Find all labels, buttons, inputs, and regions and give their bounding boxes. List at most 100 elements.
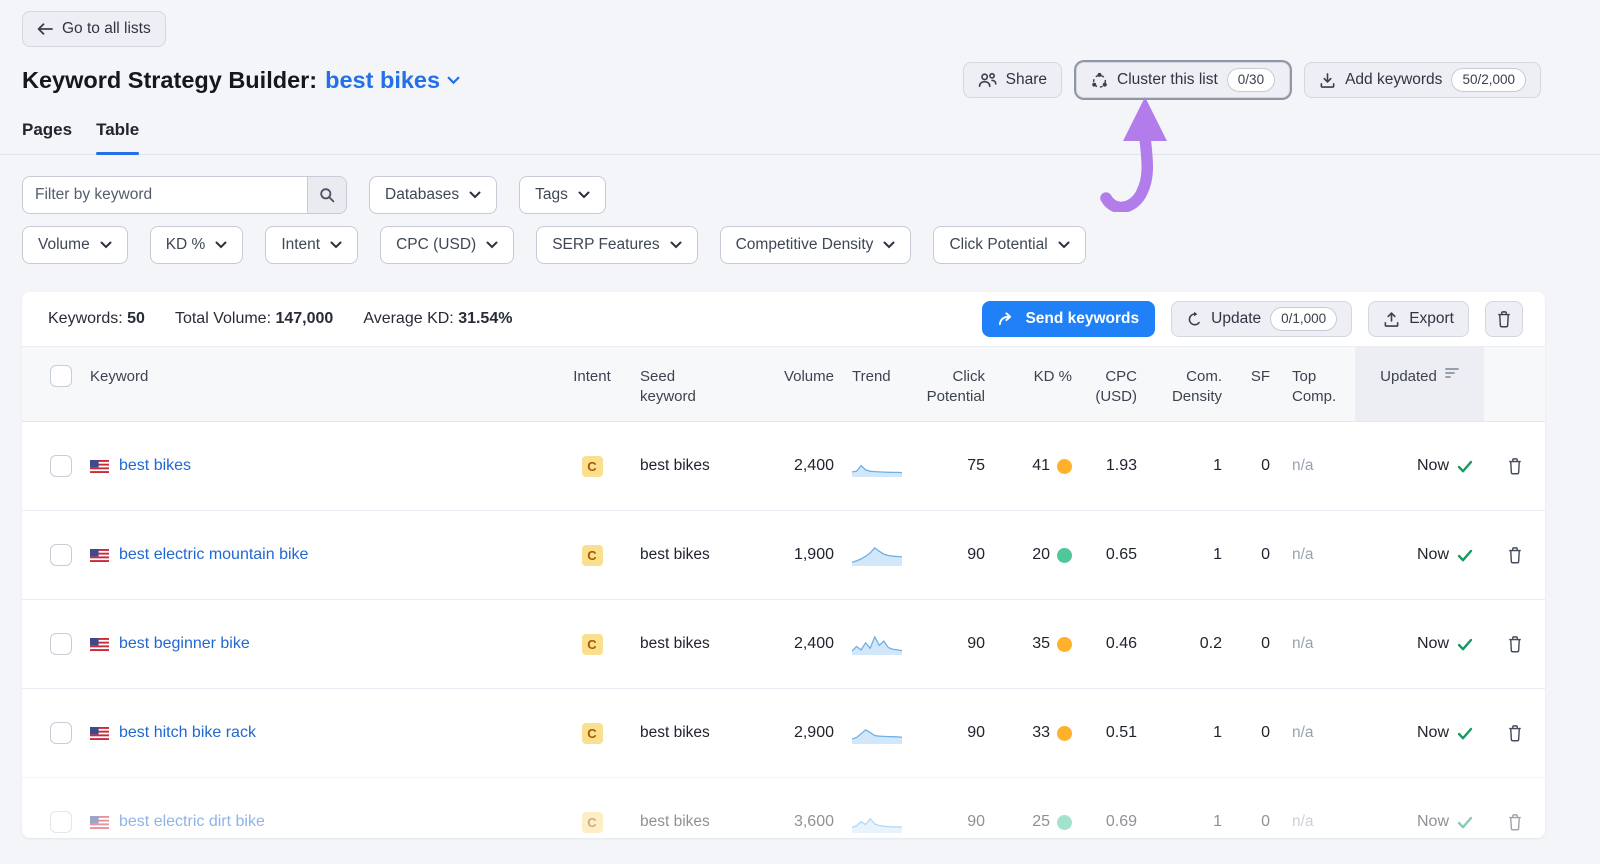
column-header-seed-keyword[interactable]: Seed keyword: [622, 347, 757, 421]
table-header-row: Keyword Intent Seed keyword Volume Trend…: [22, 347, 1545, 422]
filter-tags-dropdown[interactable]: Tags: [519, 176, 606, 214]
share-button[interactable]: Share: [962, 62, 1063, 98]
click-potential-value: 90: [967, 813, 985, 830]
us-flag-icon: [90, 459, 109, 473]
cpc-value: 0.46: [1105, 635, 1137, 652]
go-to-all-lists-button[interactable]: Go to all lists: [22, 11, 166, 47]
updated-value: Now: [1416, 546, 1449, 563]
delete-list-button[interactable]: [1485, 301, 1523, 337]
cpc-value: 1.93: [1105, 457, 1137, 474]
column-header-volume[interactable]: Volume: [757, 347, 834, 421]
filter-competitive-density-dropdown[interactable]: Competitive Density: [719, 226, 912, 264]
serp-features-value: 0: [1261, 724, 1270, 741]
list-name-dropdown[interactable]: best bikes: [325, 67, 460, 94]
column-header-intent[interactable]: Intent: [562, 347, 622, 421]
keyword-link[interactable]: best hitch bike rack: [119, 724, 256, 742]
trend-sparkline: [834, 422, 917, 510]
tab-table[interactable]: Table: [96, 116, 140, 155]
chevron-down-icon: [330, 241, 342, 249]
page-title: Keyword Strategy Builder: best bikes: [22, 67, 460, 94]
cluster-icon: [1092, 72, 1107, 88]
keyword-link[interactable]: best electric mountain bike: [119, 546, 308, 564]
sort-icon: [1444, 368, 1459, 378]
chevron-down-icon: [100, 241, 112, 249]
column-header-click-potential[interactable]: Click Potential: [917, 347, 987, 421]
trash-icon: [1498, 311, 1510, 328]
competitive-density-value: 1: [1213, 813, 1222, 830]
filter-kd-dropdown[interactable]: KD %: [149, 226, 244, 264]
check-icon: [1457, 638, 1473, 650]
trash-icon: [1508, 725, 1521, 742]
seed-keyword-value: best bikes: [640, 813, 710, 830]
update-button[interactable]: Update 0/1,000: [1171, 301, 1353, 337]
add-keywords-label: Add keywords: [1345, 71, 1443, 88]
updated-value: Now: [1416, 813, 1449, 830]
filter-serp-features-dropdown[interactable]: SERP Features: [536, 226, 698, 264]
total-volume: Total Volume: 147,000: [174, 310, 334, 327]
column-header-top-comp[interactable]: Top Comp.: [1272, 347, 1355, 421]
table-row: best hitch bike rack C best bikes 2,900 …: [22, 688, 1545, 777]
kd-indicator-dot: [1057, 814, 1072, 830]
row-checkbox[interactable]: [50, 455, 72, 477]
kd-indicator-dot: [1057, 636, 1072, 652]
check-icon: [1457, 816, 1473, 828]
filter-volume-dropdown[interactable]: Volume: [22, 226, 128, 264]
kd-indicator-dot: [1057, 547, 1072, 563]
select-all-checkbox[interactable]: [50, 365, 72, 387]
column-header-keyword[interactable]: Keyword: [84, 347, 562, 421]
kd-indicator-dot: [1057, 725, 1072, 741]
column-header-trend[interactable]: Trend: [834, 347, 917, 421]
column-header-sf[interactable]: SF: [1224, 347, 1272, 421]
filter-databases-dropdown[interactable]: Databases: [369, 176, 498, 214]
keyword-link[interactable]: best electric dirt bike: [119, 813, 265, 831]
kd-indicator-dot: [1057, 458, 1072, 474]
filter-click-potential-dropdown[interactable]: Click Potential: [933, 226, 1086, 264]
share-users-icon: [978, 72, 997, 88]
filter-cpc-usd-dropdown[interactable]: CPC (USD): [380, 226, 515, 264]
keyword-link[interactable]: best bikes: [119, 457, 191, 475]
click-potential-value: 90: [967, 635, 985, 652]
us-flag-icon: [90, 815, 109, 829]
keyword-strategy-builder-page: Go to all lists Keyword Strategy Builder…: [0, 0, 1600, 864]
keyword-link[interactable]: best beginner bike: [119, 635, 250, 653]
row-checkbox[interactable]: [50, 544, 72, 566]
click-potential-value: 90: [967, 546, 985, 563]
column-header-kd[interactable]: KD %: [987, 347, 1074, 421]
kd-value: 20: [1032, 546, 1050, 563]
trend-sparkline: [834, 778, 917, 838]
competitive-density-value: 1: [1213, 724, 1222, 741]
search-input[interactable]: [23, 177, 307, 213]
competitive-density-value: 1: [1213, 546, 1222, 563]
top-competitor-value: n/a: [1292, 724, 1314, 741]
row-checkbox[interactable]: [50, 722, 72, 744]
top-competitor-value: n/a: [1292, 635, 1314, 652]
serp-features-value: 0: [1261, 546, 1270, 563]
serp-features-value: 0: [1261, 457, 1270, 474]
trend-sparkline: [834, 511, 917, 599]
delete-row-button[interactable]: [1503, 631, 1527, 657]
export-button[interactable]: Export: [1368, 301, 1469, 337]
filter-intent-dropdown[interactable]: Intent: [265, 226, 359, 264]
add-keywords-button[interactable]: Add keywords 50/2,000: [1304, 62, 1541, 98]
column-header-cpc[interactable]: CPC (USD): [1074, 347, 1139, 421]
search-button[interactable]: [307, 177, 346, 213]
delete-row-button[interactable]: [1503, 453, 1527, 479]
table-body: best bikes C best bikes 2,400 75 41 1.93…: [22, 422, 1545, 838]
tab-pages[interactable]: Pages: [22, 116, 72, 154]
page-title-text: Keyword Strategy Builder:: [22, 66, 318, 93]
cluster-this-list-button[interactable]: Cluster this list 0/30: [1076, 62, 1291, 98]
column-header-com-density[interactable]: Com. Density: [1139, 347, 1224, 421]
keywords-table-card: Keywords: 50 Total Volume: 147,000 Avera…: [22, 292, 1545, 838]
chevron-down-icon: [1058, 241, 1070, 249]
row-checkbox[interactable]: [50, 633, 72, 655]
column-header-updated[interactable]: Updated: [1355, 347, 1484, 421]
table-row: best bikes C best bikes 2,400 75 41 1.93…: [22, 422, 1545, 510]
seed-keyword-value: best bikes: [640, 635, 710, 652]
kd-value: 33: [1032, 724, 1050, 741]
page-header: Go to all lists Keyword Strategy Builder…: [0, 0, 1600, 98]
delete-row-button[interactable]: [1503, 720, 1527, 746]
row-checkbox[interactable]: [50, 811, 72, 833]
send-keywords-button[interactable]: Send keywords: [982, 301, 1156, 337]
delete-row-button[interactable]: [1503, 809, 1527, 835]
delete-row-button[interactable]: [1503, 542, 1527, 568]
